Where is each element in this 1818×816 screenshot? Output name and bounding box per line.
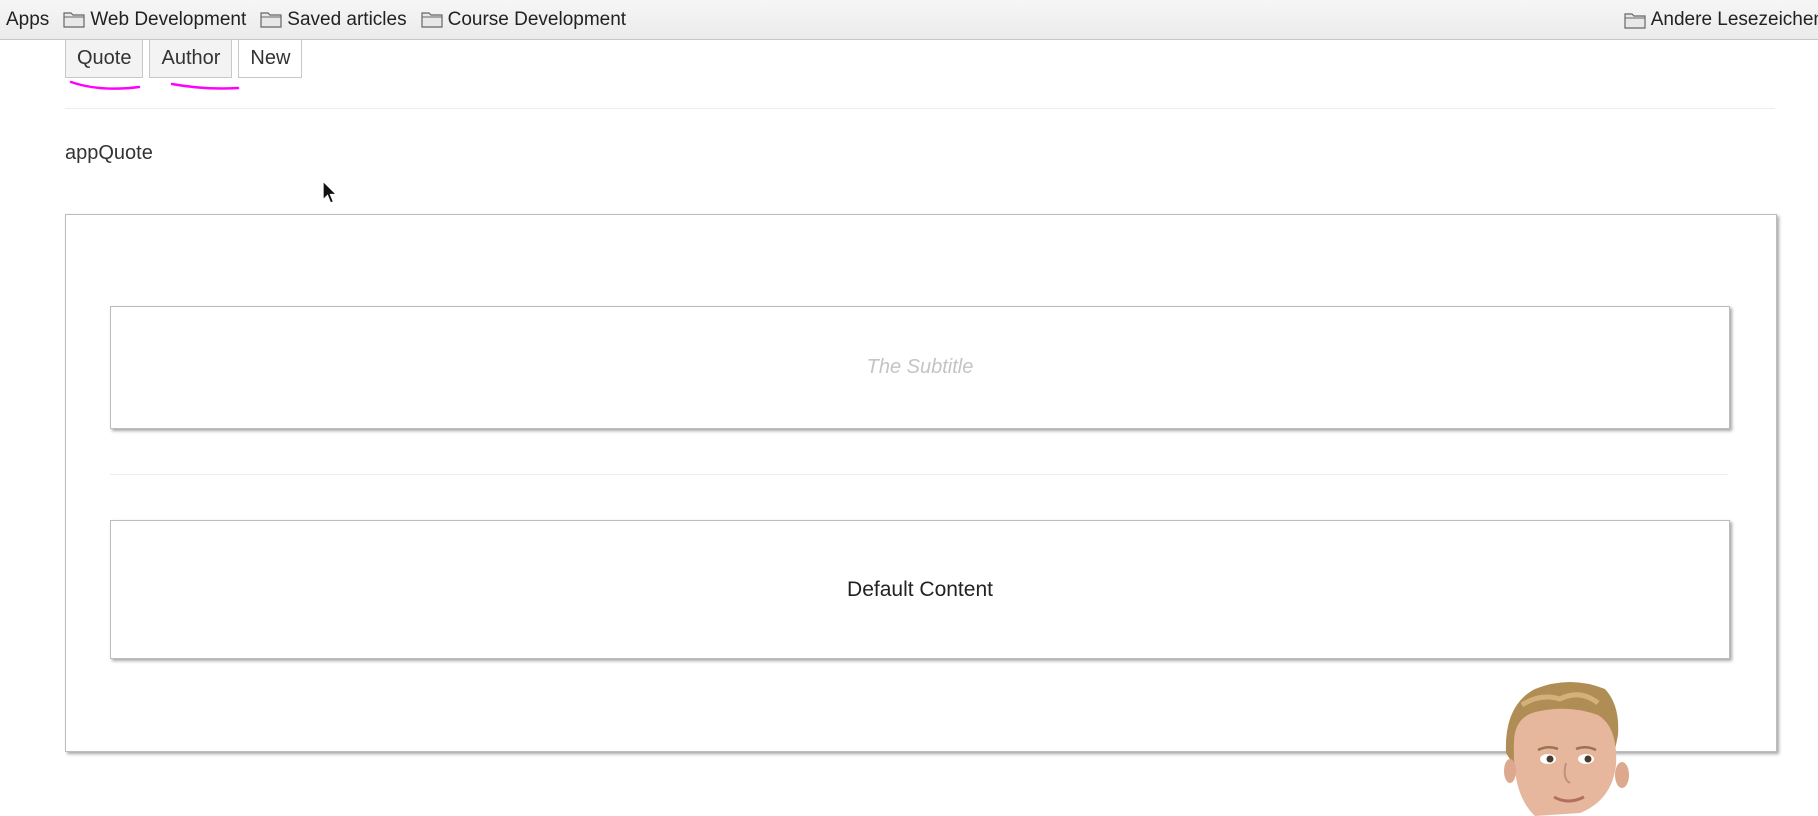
divider [65, 108, 1775, 109]
annotation-underline-quote [69, 80, 141, 90]
component-title: appQuote [65, 142, 153, 164]
folder-icon [1624, 12, 1646, 29]
subtitle-text: The Subtitle [866, 356, 974, 378]
divider [110, 474, 1728, 475]
other-bookmarks-label: Andere Lesezeichen [1650, 9, 1818, 30]
other-bookmarks[interactable]: Andere Lesezeichen [1624, 0, 1818, 40]
mouse-cursor-icon [322, 180, 338, 204]
bookmark-course-development[interactable]: Course Development [421, 9, 626, 31]
annotation-underlines [69, 80, 240, 90]
folder-icon [421, 12, 443, 28]
bookmark-label: Saved articles [287, 8, 407, 30]
subtitle-box: The Subtitle [110, 306, 1730, 429]
content-text: Default Content [847, 577, 993, 601]
webcam-overlay [1504, 682, 1629, 816]
content-box: Default Content [110, 520, 1730, 659]
quote-container [65, 214, 1777, 752]
annotation-underline-author [170, 82, 240, 90]
bookmark-label: Course Development [447, 8, 627, 30]
